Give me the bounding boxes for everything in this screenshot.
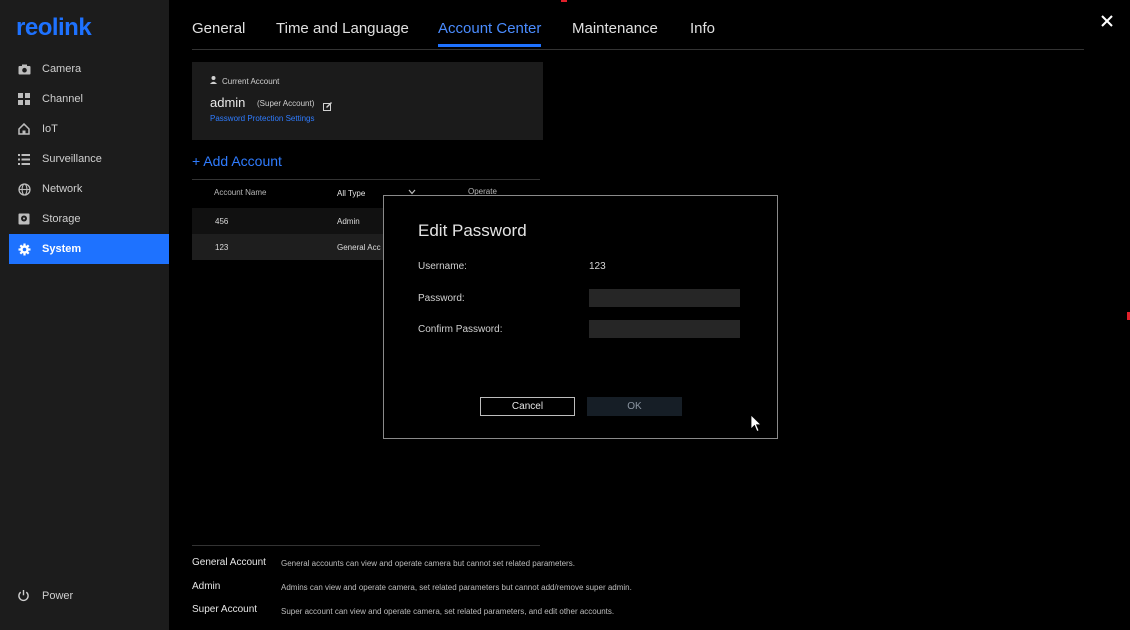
sidebar-item-label: IoT (42, 123, 58, 135)
list-icon (17, 152, 31, 166)
current-account-card: Current Account admin (Super Account) Pa… (192, 62, 543, 140)
close-icon (1101, 15, 1113, 27)
edit-account-button[interactable] (323, 98, 332, 111)
sidebar-item-label: Storage (42, 213, 81, 225)
account-type-cell: Admin (337, 217, 360, 226)
username-value: 123 (589, 261, 606, 272)
sidebar-item-iot[interactable]: IoT (9, 114, 169, 144)
sidebar-item-storage[interactable]: Storage (9, 204, 169, 234)
legend-desc-admin: Admins can view and operate camera, set … (281, 583, 632, 592)
password-label: Password: (418, 293, 465, 304)
edit-icon (323, 102, 332, 111)
legend-term-admin: Admin (192, 581, 221, 592)
user-icon (210, 76, 217, 86)
channel-grid-icon (17, 92, 31, 106)
sidebar: reolink Camera Channel IoT Surveillance (0, 0, 169, 630)
sidebar-item-system[interactable]: System (9, 234, 169, 264)
reolink-logo: reolink (16, 14, 92, 41)
power-icon (17, 589, 31, 603)
settings-tabs: General Time and Language Account Center… (192, 0, 1084, 50)
confirm-password-input[interactable] (589, 320, 740, 338)
home-icon (17, 122, 31, 136)
password-protection-settings-link[interactable]: Password Protection Settings (210, 114, 315, 123)
sidebar-item-label: Camera (42, 63, 82, 75)
storage-disk-icon (17, 212, 31, 226)
username-label: Username: (418, 261, 467, 272)
sidebar-item-camera[interactable]: Camera (9, 54, 169, 84)
globe-icon (17, 182, 31, 196)
confirm-password-label: Confirm Password: (418, 324, 503, 335)
mouse-cursor-icon (750, 414, 762, 433)
close-button[interactable] (1098, 12, 1116, 30)
sidebar-item-label: Surveillance (42, 153, 102, 165)
sidebar-item-label: System (42, 243, 82, 255)
account-name-cell: 456 (215, 217, 229, 226)
legend-term-super-account: Super Account (192, 604, 258, 615)
ok-button[interactable]: OK (587, 397, 682, 416)
tab-general[interactable]: General (192, 20, 245, 37)
current-account-heading: Current Account (210, 76, 279, 86)
password-input[interactable] (589, 289, 740, 307)
account-name-cell: 123 (215, 243, 229, 252)
column-header-account-name: Account Name (214, 188, 267, 197)
edge-marker (561, 0, 567, 2)
legend-desc-general-account: General accounts can view and operate ca… (281, 559, 575, 568)
account-type-filter[interactable]: All Type (337, 189, 365, 198)
tab-time-and-language[interactable]: Time and Language (276, 20, 409, 37)
sidebar-item-label: Network (42, 183, 83, 195)
current-account-heading-text: Current Account (222, 76, 280, 86)
legend-term-general-account: General Account (192, 557, 266, 568)
add-account-button[interactable]: + Add Account (192, 153, 282, 169)
edit-password-dialog: Edit Password Username: 123 Password: Co… (383, 195, 778, 439)
sidebar-nav: Camera Channel IoT Surveillance Network (9, 54, 169, 264)
legend-divider (192, 545, 540, 546)
sidebar-item-label: Channel (42, 93, 83, 105)
dialog-title: Edit Password (418, 221, 527, 240)
power-label: Power (42, 590, 74, 602)
legend-desc-super-account: Super account can view and operate camer… (281, 607, 615, 616)
cancel-button[interactable]: Cancel (480, 397, 575, 416)
tab-info[interactable]: Info (690, 20, 715, 37)
camera-icon (17, 62, 31, 76)
sidebar-item-network[interactable]: Network (9, 174, 169, 204)
gear-icon (17, 242, 31, 256)
tab-maintenance[interactable]: Maintenance (572, 20, 658, 37)
sidebar-item-channel[interactable]: Channel (9, 84, 169, 114)
current-account-name: admin (210, 95, 246, 110)
account-type-cell: General Acc (337, 243, 381, 252)
power-button[interactable]: Power (17, 589, 73, 603)
tab-account-center[interactable]: Account Center (438, 20, 542, 47)
current-account-role: (Super Account) (257, 99, 315, 108)
sidebar-item-surveillance[interactable]: Surveillance (9, 144, 169, 174)
